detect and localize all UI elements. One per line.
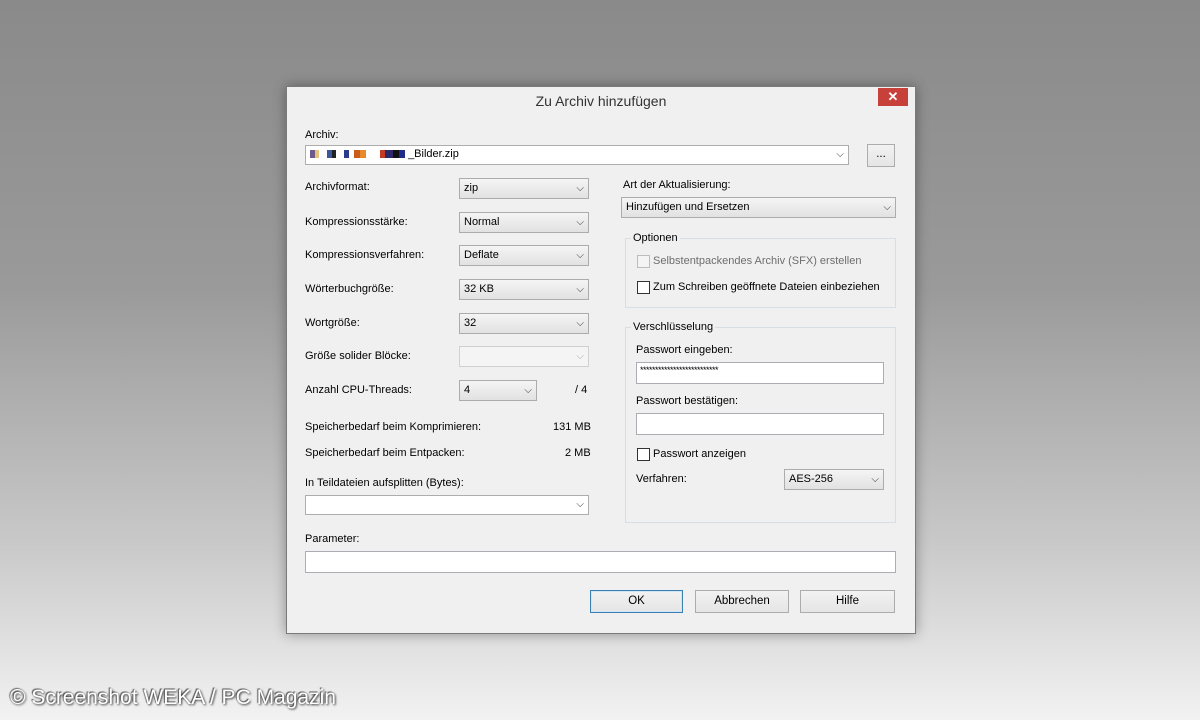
- chevron-down-icon: ⌵: [576, 351, 584, 362]
- show-password-label[interactable]: Passwort anzeigen: [653, 448, 746, 460]
- memory-compress-value: 131 MB: [553, 421, 591, 433]
- copyright-watermark: © Screenshot WEKA / PC Magazin: [10, 686, 336, 709]
- split-volumes-combobox[interactable]: ⌵: [305, 495, 589, 515]
- options-group: [625, 238, 896, 308]
- chevron-down-icon: ⌵: [576, 499, 584, 510]
- memory-decompress-value: 2 MB: [565, 447, 591, 459]
- encryption-method-label: Verfahren:: [636, 473, 687, 485]
- chevron-down-icon: ⌵: [524, 385, 532, 396]
- title-bar[interactable]: Zu Archiv hinzufügen ✕: [287, 87, 915, 115]
- password-masked-value: **************************: [640, 365, 719, 375]
- archive-format-value: zip: [464, 182, 479, 194]
- browse-button[interactable]: ...: [867, 144, 895, 167]
- password-input[interactable]: **************************: [636, 362, 884, 384]
- encryption-method-select[interactable]: AES-256 ⌵: [784, 469, 884, 490]
- close-button[interactable]: ✕: [878, 88, 908, 106]
- update-mode-select[interactable]: Hinzufügen und Ersetzen ⌵: [621, 197, 896, 218]
- chevron-down-icon: ⌵: [576, 318, 584, 329]
- chevron-down-icon: ⌵: [883, 202, 891, 213]
- dictionary-size-value: 32 KB: [464, 283, 494, 295]
- archive-format-select[interactable]: zip ⌵: [459, 178, 589, 199]
- compression-method-value: Deflate: [464, 249, 499, 261]
- confirm-password-input[interactable]: [636, 413, 884, 435]
- shared-files-checkbox[interactable]: [637, 281, 650, 294]
- window-title: Zu Archiv hinzufügen: [535, 93, 667, 109]
- memory-compress-label: Speicherbedarf beim Komprimieren:: [305, 421, 482, 433]
- cancel-button[interactable]: Abbrechen: [695, 590, 789, 613]
- chevron-down-icon[interactable]: ⌵: [836, 146, 844, 163]
- options-legend: Optionen: [631, 232, 680, 244]
- dictionary-size-select[interactable]: 32 KB ⌵: [459, 279, 589, 300]
- sfx-checkbox: [637, 255, 650, 268]
- parameter-input[interactable]: [305, 551, 896, 573]
- update-mode-value: Hinzufügen und Ersetzen: [626, 201, 750, 213]
- sfx-label: Selbstentpackendes Archiv (SFX) erstelle…: [653, 255, 862, 267]
- chevron-down-icon: ⌵: [576, 250, 584, 261]
- chevron-down-icon: ⌵: [576, 183, 584, 194]
- password-label: Passwort eingeben:: [636, 344, 733, 356]
- solid-block-size-select: ⌵: [459, 346, 589, 367]
- show-password-checkbox[interactable]: [637, 448, 650, 461]
- compression-method-label: Kompressionsverfahren:: [305, 249, 425, 261]
- archive-path-combobox[interactable]: _Bilder.zip ⌵: [305, 145, 849, 165]
- solid-block-size-label: Größe solider Blöcke:: [305, 350, 411, 362]
- memory-decompress-label: Speicherbedarf beim Entpacken:: [305, 447, 465, 459]
- cpu-threads-value: 4: [464, 384, 471, 396]
- chevron-down-icon: ⌵: [576, 284, 584, 295]
- compression-method-select[interactable]: Deflate ⌵: [459, 245, 589, 266]
- encryption-method-value: AES-256: [789, 473, 834, 485]
- cpu-threads-max: / 4: [575, 384, 588, 396]
- archive-label: Archiv:: [305, 129, 339, 141]
- word-size-label: Wortgröße:: [305, 317, 360, 329]
- archive-format-label: Archivformat:: [305, 181, 370, 193]
- add-to-archive-dialog: Zu Archiv hinzufügen ✕ Archiv: _Bilder.z…: [286, 86, 916, 634]
- encryption-legend: Verschlüsselung: [631, 321, 716, 333]
- cpu-threads-label: Anzahl CPU-Threads:: [305, 384, 412, 396]
- word-size-value: 32: [464, 317, 477, 329]
- update-mode-label: Art der Aktualisierung:: [623, 179, 731, 191]
- chevron-down-icon: ⌵: [576, 217, 584, 228]
- compression-level-select[interactable]: Normal ⌵: [459, 212, 589, 233]
- confirm-password-label: Passwort bestätigen:: [636, 395, 739, 407]
- shared-files-label[interactable]: Zum Schreiben geöffnete Dateien einbezie…: [653, 281, 880, 293]
- help-button[interactable]: Hilfe: [800, 590, 895, 613]
- archive-path-redacted: [310, 148, 408, 160]
- archive-filename: _Bilder.zip: [408, 148, 459, 160]
- compression-level-label: Kompressionsstärke:: [305, 216, 408, 228]
- split-volumes-label: In Teildateien aufsplitten (Bytes):: [305, 477, 464, 489]
- dictionary-size-label: Wörterbuchgröße:: [305, 283, 394, 295]
- cpu-threads-select[interactable]: 4 ⌵: [459, 380, 537, 401]
- ok-button[interactable]: OK: [590, 590, 683, 613]
- parameter-label: Parameter:: [305, 533, 360, 545]
- word-size-select[interactable]: 32 ⌵: [459, 313, 589, 334]
- compression-level-value: Normal: [464, 216, 500, 228]
- chevron-down-icon: ⌵: [871, 474, 879, 485]
